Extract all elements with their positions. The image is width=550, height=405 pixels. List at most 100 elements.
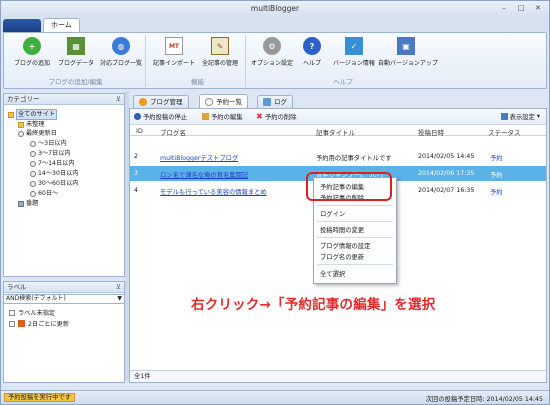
table-header: ID ブログ名 記事タイトル 投稿日時 ステータス [130,125,546,137]
running-status-badge: 予約投稿を実行中です [4,393,75,402]
close-button[interactable]: ✕ [531,3,545,14]
clock-icon [30,180,36,187]
menu-item-select-all[interactable]: 全て選択 [320,269,345,278]
label-item-unassigned[interactable]: ラベル未指定 [9,308,55,317]
gear-icon: ⚙ [263,37,281,55]
status-bar: 予約投稿を実行中です 次回の投稿予定日時: 2014/02/05 14:45 [1,390,549,404]
menu-item-update-blog-name[interactable]: ブログ名の更新 [320,252,364,261]
category-panel: カテゴリー ⊻ 全てのサイト 未整理 最終更新日 ～3日以内 3～7日以内 7～… [3,93,125,277]
pencil-icon [202,113,209,120]
menu-item-blog-settings[interactable]: ブログ情報の設定 [320,241,370,250]
display-settings-button[interactable]: 表示設定 ▾ [500,112,540,121]
clock-icon [205,97,213,106]
options-button[interactable]: ⚙ オプション設定 [250,37,294,67]
menu-separator [317,264,393,265]
tab-log[interactable]: ログ [257,95,293,108]
clock-icon [30,190,36,197]
chevron-down-icon: ▾ [536,113,540,120]
pin-icon[interactable]: ⊻ [116,282,121,293]
article-manage-icon: ✎ [211,37,229,55]
clock-icon [30,150,36,157]
next-post-time: 次回の投稿予定日時: 2014/02/05 14:45 [425,396,543,403]
checkbox[interactable] [9,309,15,316]
help-icon: ? [303,37,321,55]
column-header-id[interactable]: ID [136,127,143,135]
highlight-outline [306,172,392,201]
tree-item-30-60-days[interactable]: 30～60日以内 [30,179,79,188]
auto-update-button[interactable]: ▣ 自動バージョンアップ [378,37,438,67]
supported-blogs-button[interactable]: ◍ 対応ブログ一覧 [99,37,143,67]
edit-reservation-button[interactable]: 予約の編集 [202,112,242,121]
label-search-mode-select[interactable]: AND検索(デフォルト) ▼ [3,294,125,304]
tree-item-over-60-days[interactable]: 60日～ [30,189,58,198]
manage-articles-button[interactable]: ✎ 全記事の管理 [198,37,242,67]
tab-reservation-list[interactable]: 予約一覧 [199,94,248,108]
tree-item-trash[interactable]: 番題 [18,199,38,208]
version-info-button[interactable]: ✓ バージョン情報 [332,37,376,67]
column-header-blog-name[interactable]: ブログ名 [160,127,186,137]
auto-update-icon: ▣ [397,37,415,55]
folder-icon [8,111,14,118]
title-bar: multiBlogger – □ ✕ [1,1,549,17]
trash-icon [18,200,24,207]
minimize-button[interactable]: – [497,3,511,14]
display-settings-icon [500,113,508,120]
menu-item-change-post-time[interactable]: 投稿時間の変更 [320,225,364,234]
add-icon: + [23,37,41,55]
import-articles-button[interactable]: MT 記事インポート [152,37,196,67]
version-icon: ✓ [345,37,363,55]
window-title: multiBlogger [250,4,300,13]
blog-data-button[interactable]: ▦ ブログデータ [54,37,98,67]
pause-icon [134,113,141,120]
ribbon-group-help: ⚙ オプション設定 ? ヘルプ ✓ バージョン情報 ▣ 自動バージョンアップ ヘ… [250,35,438,87]
table-row[interactable]: 2 multiBloggerテストブログ 予約用の記事タイトルです 2014/0… [130,149,546,164]
delete-icon: ✖ [256,112,263,121]
help-button[interactable]: ? ヘルプ [290,37,334,67]
tree-item-14-30-days[interactable]: 14～30日以内 [30,169,79,178]
tree-item-3-7-days[interactable]: 3～7日以内 [30,149,71,158]
column-header-post-date[interactable]: 投稿日時 [418,127,444,137]
column-header-article-title[interactable]: 記事タイトル [316,127,355,137]
delete-reservation-button[interactable]: ✖ 予約の削除 [256,112,296,122]
flag-icon [18,320,25,327]
tree-item-7-14-days[interactable]: 7～14日以内 [30,159,75,168]
menu-separator [317,221,393,222]
clock-icon [18,130,24,137]
tree-item-all-sites[interactable]: 全てのサイト [8,109,58,120]
instruction-annotation: 右クリック→「予約記事の編集」を選択 [191,297,436,313]
blog-management-icon [139,98,147,106]
tab-home[interactable]: ホーム [43,18,80,32]
app-window: multiBlogger – □ ✕ ホーム + ブログの追加 ▦ ブログデータ… [0,0,550,405]
ribbon-tabs-row: ホーム [1,17,549,32]
ribbon-group-features: MT 記事インポート ✎ 全記事の管理 機能 [150,35,246,87]
ribbon: + ブログの追加 ▦ ブログデータ ◍ 対応ブログ一覧 ブログの追加/編集 MT… [3,32,547,89]
clock-icon [30,160,36,167]
window-controls: – □ ✕ [497,3,545,14]
tree-item-within-3-days[interactable]: ～3日以内 [30,139,67,148]
category-panel-header: カテゴリー ⊻ [4,94,124,105]
menu-separator [317,205,393,206]
document-tabs: ブログ管理 予約一覧 ログ [129,93,549,108]
ribbon-group-blog: + ブログの追加 ▦ ブログデータ ◍ 対応ブログ一覧 ブログの追加/編集 [6,35,146,87]
column-header-status[interactable]: ステータス [488,127,521,137]
mt-import-icon: MT [165,37,183,55]
application-menu-button[interactable] [3,19,41,32]
checkbox[interactable] [9,320,15,327]
record-count: 全1件 [130,370,546,382]
label-item-every-2-days[interactable]: 2日ごとに更新 [9,319,69,328]
maximize-button[interactable]: □ [514,3,528,14]
tree-item-last-updated[interactable]: 最終更新日 [18,129,57,138]
stop-scheduled-posting-button[interactable]: 予約投稿の停止 [134,112,187,121]
menu-item-login[interactable]: ログイン [320,209,345,218]
globe-icon: ◍ [112,37,130,55]
data-icon: ▦ [67,37,85,55]
clock-icon [30,140,36,147]
add-blog-button[interactable]: + ブログの追加 [10,37,54,67]
clock-icon [30,170,36,177]
log-icon [263,98,271,106]
tab-blog-management[interactable]: ブログ管理 [133,95,189,108]
pin-icon[interactable]: ⊻ [116,94,121,105]
list-toolbar: 予約投稿の停止 予約の編集 ✖ 予約の削除 表示設定 ▾ [130,109,546,125]
tree-item-unsorted[interactable]: 未整理 [18,120,45,129]
folder-icon [18,121,24,128]
